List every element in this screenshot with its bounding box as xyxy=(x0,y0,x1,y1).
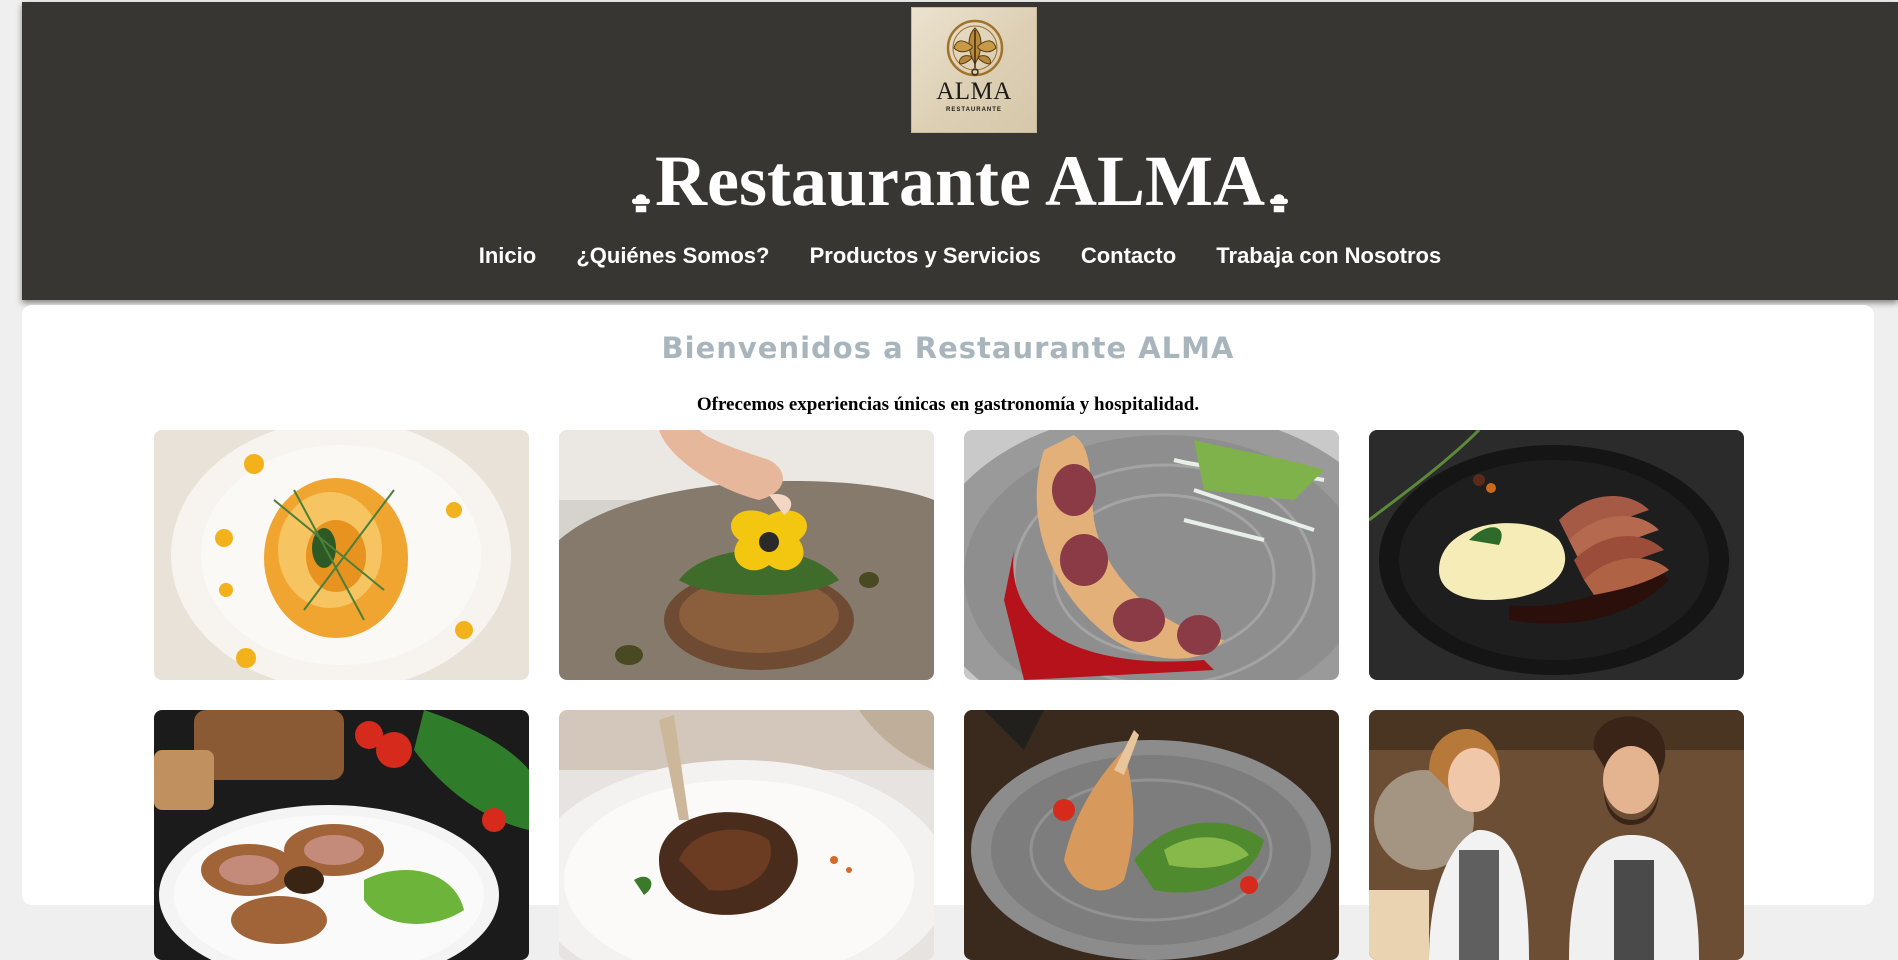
gallery-image-pasta-dish[interactable] xyxy=(154,430,529,680)
logo-subtitle: RESTAURANTE xyxy=(946,107,1002,113)
nav-link-productos-servicios[interactable]: Productos y Servicios xyxy=(810,243,1041,268)
logo-wordmark: ALMA xyxy=(936,78,1012,105)
gallery-image-meat-roll-salad[interactable] xyxy=(154,710,529,960)
nav-link-contacto[interactable]: Contacto xyxy=(1081,243,1176,268)
chef-hat-icon xyxy=(629,150,653,236)
gallery-image-stuffed-roulade[interactable] xyxy=(964,430,1339,680)
chef-hat-icon xyxy=(1267,150,1291,236)
gallery-image-duck-breast-puree[interactable] xyxy=(1369,430,1744,680)
restaurant-logo[interactable]: ALMA RESTAURANTE xyxy=(911,7,1037,133)
site-title-text: Restaurante ALMA xyxy=(655,141,1265,221)
welcome-heading: Bienvenidos a Restaurante ALMA xyxy=(661,331,1235,365)
site-header: ALMA RESTAURANTE Restaurante ALMA Inicio… xyxy=(22,2,1898,300)
gallery-image-tartare-with-flower[interactable] xyxy=(559,430,934,680)
nav-link-quienes-somos[interactable]: ¿Quiénes Somos? xyxy=(576,243,769,268)
site-title: Restaurante ALMA xyxy=(22,138,1898,236)
main-nav: Inicio ¿Quiénes Somos? Productos y Servi… xyxy=(22,243,1898,269)
nav-link-inicio[interactable]: Inicio xyxy=(479,243,536,268)
tagline-text: Ofrecemos experiencias únicas en gastron… xyxy=(696,394,1200,415)
gallery-image-chefs-team[interactable] xyxy=(1369,710,1744,960)
gallery-image-lamb-shank[interactable] xyxy=(559,710,934,960)
main-content: Bienvenidos a Restaurante ALMA Ofrecemos… xyxy=(22,305,1874,960)
nav-link-trabaja-con-nosotros[interactable]: Trabaja con Nosotros xyxy=(1216,243,1441,268)
leaf-emblem-icon xyxy=(946,19,1004,77)
gallery-image-roast-chicken-salad[interactable] xyxy=(964,710,1339,960)
